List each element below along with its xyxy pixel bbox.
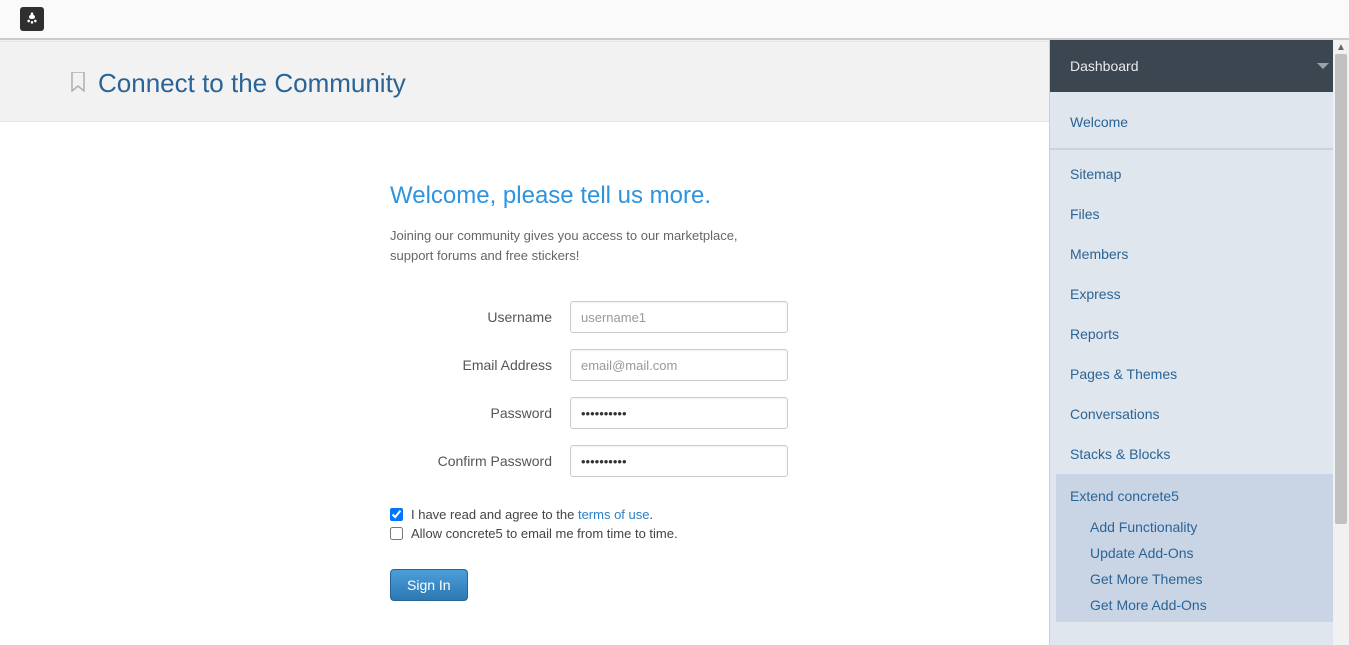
password-input[interactable] bbox=[570, 397, 788, 429]
sidebar-welcome[interactable]: Welcome bbox=[1070, 106, 1329, 134]
sidebar-item-reports[interactable]: Reports bbox=[1050, 314, 1349, 354]
dashboard-sidebar: Dashboard Welcome Sitemap Files Members … bbox=[1049, 40, 1349, 645]
agree-text: I have read and agree to the terms of us… bbox=[411, 507, 653, 522]
sidebar-header-title: Dashboard bbox=[1070, 58, 1139, 74]
confirm-password-label: Confirm Password bbox=[390, 453, 570, 469]
sidebar-item-stacks-blocks[interactable]: Stacks & Blocks bbox=[1050, 434, 1349, 474]
sidebar-scrollbar[interactable]: ▲ bbox=[1333, 40, 1349, 645]
sidebar-item-express[interactable]: Express bbox=[1050, 274, 1349, 314]
confirm-password-input[interactable] bbox=[570, 445, 788, 477]
bookmark-icon bbox=[70, 72, 86, 95]
sign-in-button[interactable]: Sign In bbox=[390, 569, 468, 601]
scroll-up-icon: ▲ bbox=[1333, 40, 1349, 54]
main-content: Connect to the Community Welcome, please… bbox=[0, 40, 1049, 645]
sidebar-item-pages-themes[interactable]: Pages & Themes bbox=[1050, 354, 1349, 394]
sidebar-item-files[interactable]: Files bbox=[1050, 194, 1349, 234]
email-label: Email Address bbox=[390, 357, 570, 373]
scrollbar-thumb[interactable] bbox=[1335, 54, 1347, 524]
allow-email-checkbox[interactable] bbox=[390, 527, 403, 540]
sidebar-item-conversations[interactable]: Conversations bbox=[1050, 394, 1349, 434]
username-label: Username bbox=[390, 309, 570, 325]
sidebar-sub-update-addons[interactable]: Update Add-Ons bbox=[1090, 540, 1345, 566]
username-input[interactable] bbox=[570, 301, 788, 333]
chevron-down-icon bbox=[1317, 63, 1329, 69]
allow-email-text: Allow concrete5 to email me from time to… bbox=[411, 526, 678, 541]
sidebar-nav: Sitemap Files Members Express Reports Pa… bbox=[1050, 149, 1349, 622]
sidebar-sub-add-functionality[interactable]: Add Functionality bbox=[1090, 514, 1345, 540]
sidebar-sub-get-addons[interactable]: Get More Add-Ons bbox=[1090, 592, 1345, 618]
password-label: Password bbox=[390, 405, 570, 421]
sidebar-extend-block: Extend concrete5 Add Functionality Updat… bbox=[1056, 474, 1345, 622]
sidebar-item-extend[interactable]: Extend concrete5 bbox=[1056, 482, 1345, 510]
agree-checkbox[interactable] bbox=[390, 508, 403, 521]
sidebar-item-sitemap[interactable]: Sitemap bbox=[1050, 154, 1349, 194]
sidebar-sub-get-themes[interactable]: Get More Themes bbox=[1090, 566, 1345, 592]
form-subtitle: Joining our community gives you access t… bbox=[390, 226, 750, 265]
topbar bbox=[0, 0, 1349, 40]
page-title: Connect to the Community bbox=[98, 68, 406, 99]
form-title: Welcome, please tell us more. bbox=[390, 182, 960, 210]
register-form: Welcome, please tell us more. Joining ou… bbox=[390, 182, 960, 601]
sidebar-header[interactable]: Dashboard bbox=[1050, 40, 1349, 92]
email-input[interactable] bbox=[570, 349, 788, 381]
sidebar-item-members[interactable]: Members bbox=[1050, 234, 1349, 274]
terms-link[interactable]: terms of use bbox=[578, 507, 650, 522]
page-header: Connect to the Community bbox=[0, 40, 1049, 122]
concrete5-logo[interactable] bbox=[20, 7, 44, 31]
